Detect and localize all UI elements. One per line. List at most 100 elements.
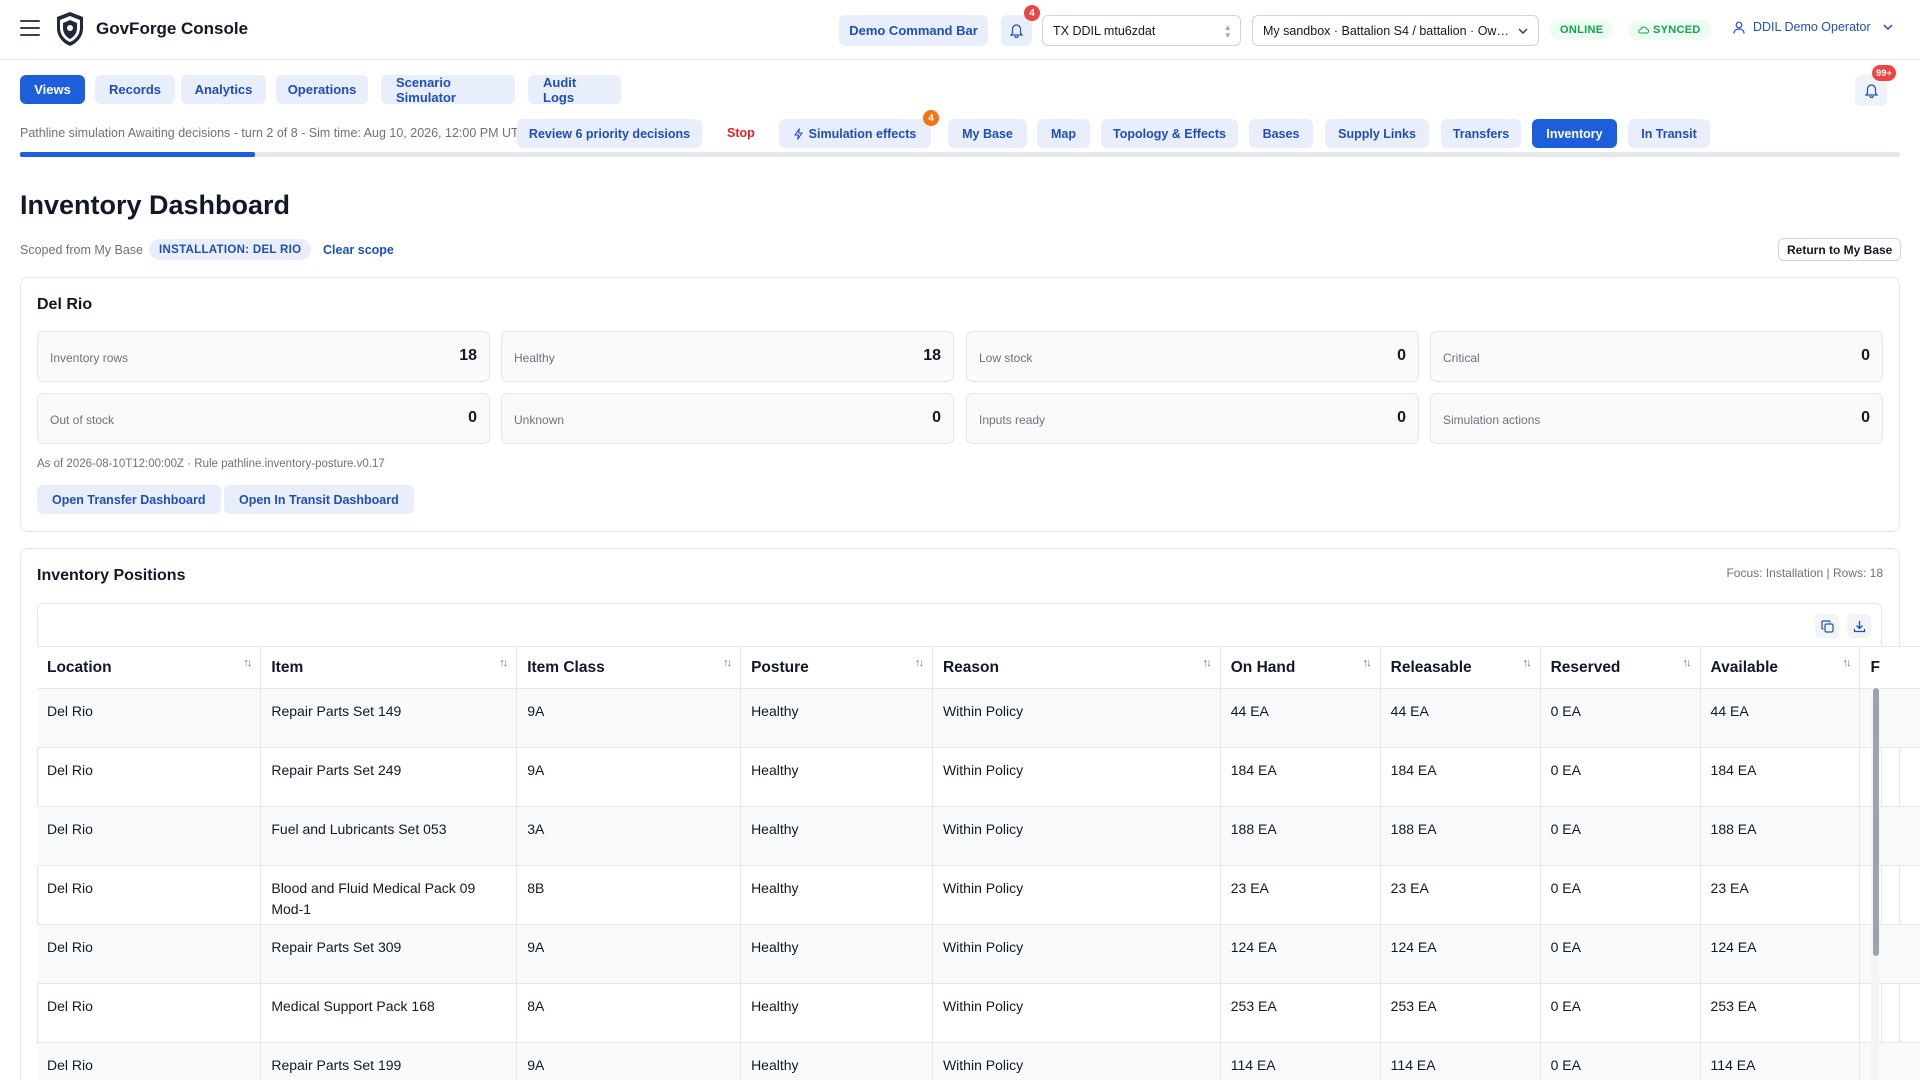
review-decisions-button[interactable]: Review 6 priority decisions	[517, 119, 702, 148]
column-header-label: Item	[271, 658, 304, 676]
simulation-effects-button[interactable]: Simulation effects 4	[779, 110, 939, 148]
menu-icon[interactable]	[20, 20, 40, 36]
subtab-transfers[interactable]: Transfers	[1441, 119, 1521, 148]
simulation-progress-bar	[20, 152, 1900, 157]
column-header-label: Posture	[751, 658, 809, 676]
column-header-releasable[interactable]: Releasable ↑↓	[1380, 646, 1541, 689]
table-cell: Within Policy	[932, 924, 1221, 984]
clear-scope-link[interactable]: Clear scope	[323, 243, 394, 257]
sort-icon[interactable]: ↑↓	[243, 657, 252, 669]
notifications-button[interactable]: 99+	[1855, 65, 1897, 106]
column-header-reason[interactable]: Reason ↑↓	[932, 646, 1221, 689]
column-header-available[interactable]: Available ↑↓	[1700, 646, 1861, 689]
column-header-label: Releasable	[1390, 658, 1472, 676]
column-header-item[interactable]: Item ↑↓	[260, 646, 518, 689]
user-menu[interactable]: DDIL Demo Operator	[1733, 20, 1893, 34]
table-cell: 9A	[516, 747, 742, 807]
table-cell: Blood and Fluid Medical Pack 09 Mod-1	[260, 865, 518, 925]
table-cell: 0 EA	[1540, 983, 1701, 1043]
table-row[interactable]: Del Rio Repair Parts Set 249 9A Healthy With…	[37, 747, 1920, 807]
open-in-transit-dashboard-button[interactable]: Open In Transit Dashboard	[224, 485, 414, 514]
column-header-posture[interactable]: Posture ↑↓	[740, 646, 933, 689]
column-header-item-class[interactable]: Item Class ↑↓	[516, 646, 742, 689]
table-cell: Del Rio	[37, 983, 262, 1043]
table-cell: Repair Parts Set 199	[260, 1042, 518, 1080]
alerts-count-badge: 4	[1024, 5, 1040, 21]
table-cell: Healthy	[740, 806, 933, 866]
subtab-supply-links[interactable]: Supply Links	[1325, 119, 1429, 148]
table-row[interactable]: Del Rio Medical Support Pack 168 8A Healthy…	[37, 983, 1920, 1043]
sandbox-select[interactable]: My sandbox · Battalion S4 / battalion · …	[1252, 15, 1539, 46]
tab-views[interactable]: Views	[20, 75, 85, 104]
stat-label: Inventory rows	[50, 351, 129, 365]
stat-label: Healthy	[514, 351, 555, 365]
sort-icon[interactable]: ↑↓	[723, 657, 732, 669]
subtab-map[interactable]: Map	[1037, 119, 1090, 148]
table-row[interactable]: Del Rio Repair Parts Set 149 9A Healthy With…	[37, 688, 1920, 748]
table-cell: 0 EA	[1540, 806, 1701, 866]
subtab-in-transit[interactable]: In Transit	[1628, 119, 1710, 148]
scope-badge: INSTALLATION: DEL RIO	[149, 239, 312, 260]
copy-button[interactable]	[1815, 614, 1839, 638]
table-row[interactable]: Del Rio Fuel and Lubricants Set 053 3A Heal…	[37, 806, 1920, 866]
table-cell: Within Policy	[932, 688, 1221, 748]
table-row[interactable]: Del Rio Repair Parts Set 309 9A Healthy With…	[37, 924, 1920, 984]
tab-analytics[interactable]: Analytics	[181, 75, 266, 104]
table-cell: Del Rio	[37, 747, 262, 807]
synced-status-badge: SYNCED	[1628, 20, 1711, 40]
simulation-status-text: Pathline simulation Awaiting decisions -…	[20, 126, 528, 140]
table-cell: Del Rio	[37, 688, 262, 748]
column-header-location[interactable]: Location ↑↓	[37, 646, 262, 689]
table-cell: 0	[1859, 924, 1920, 984]
subtab-inventory[interactable]: Inventory	[1532, 119, 1617, 148]
column-header-label: Reason	[942, 658, 999, 676]
column-header-label: Location	[47, 658, 112, 676]
sort-icon[interactable]: ↑↓	[1683, 657, 1692, 669]
sort-icon[interactable]: ↑↓	[1842, 657, 1851, 669]
table-cell: Healthy	[740, 924, 933, 984]
sort-icon[interactable]: ↑↓	[1203, 657, 1212, 669]
page-title: Inventory Dashboard	[20, 190, 291, 220]
tab-records[interactable]: Records	[95, 75, 175, 104]
table-cell: 184 EA	[1700, 747, 1861, 807]
top-bar: GovForge Console Demo Command Bar 4 TX D…	[0, 0, 1920, 60]
table-cell: 23 EA	[1700, 865, 1861, 925]
tab-audit-logs[interactable]: Audit Logs	[528, 75, 621, 105]
table-scrollbar-thumb[interactable]	[1873, 688, 1879, 956]
table-cell: Within Policy	[932, 865, 1221, 925]
open-transfer-dashboard-button[interactable]: Open Transfer Dashboard	[37, 485, 221, 514]
tab-scenario-simulator[interactable]: Scenario Simulator	[381, 75, 515, 105]
tab-operations[interactable]: Operations	[276, 75, 368, 104]
alerts-button[interactable]: 4	[1001, 5, 1040, 46]
download-icon	[1853, 620, 1865, 632]
summary-title: Del Rio	[37, 296, 93, 313]
table-cell: 0	[1859, 865, 1920, 925]
sort-icon[interactable]: ↑↓	[499, 657, 508, 669]
stat-label: Low stock	[979, 351, 1033, 365]
stat-label: Inputs ready	[979, 413, 1046, 427]
stat-label: Critical	[1443, 351, 1480, 365]
sort-icon[interactable]: ↑↓	[915, 657, 924, 669]
sort-icon[interactable]: ↑↓	[1523, 657, 1532, 669]
column-header-reserved[interactable]: Reserved ↑↓	[1540, 646, 1701, 689]
table-cell: Within Policy	[932, 806, 1221, 866]
column-header-truncated[interactable]: F	[1859, 646, 1920, 689]
table-row[interactable]: Del Rio Blood and Fluid Medical Pack 09 M…	[37, 865, 1920, 925]
table-cell: Healthy	[740, 865, 933, 925]
sort-icon[interactable]: ↑↓	[1363, 657, 1372, 669]
table-cell: 0	[1859, 806, 1920, 866]
table-cell: 114 EA	[1380, 1042, 1541, 1080]
table-row[interactable]: Del Rio Repair Parts Set 199 9A Healthy With…	[37, 1042, 1920, 1080]
ddil-select[interactable]: TX DDIL mtu6zdat ▴ ▾	[1042, 15, 1241, 46]
column-header-on-hand[interactable]: On Hand ↑↓	[1220, 646, 1381, 689]
stop-simulation-link[interactable]: Stop	[727, 126, 755, 140]
subtab-topology-effects[interactable]: Topology & Effects	[1101, 119, 1238, 148]
command-bar-button[interactable]: Demo Command Bar	[839, 15, 988, 46]
return-to-my-base-button[interactable]: Return to My Base	[1778, 238, 1902, 261]
table-cell: 124 EA	[1220, 924, 1381, 984]
subtab-my-base[interactable]: My Base	[948, 119, 1027, 148]
chevron-down-icon	[1883, 24, 1893, 30]
subtab-bases[interactable]: Bases	[1249, 119, 1313, 148]
download-button[interactable]	[1847, 614, 1871, 638]
table-cell: Del Rio	[37, 865, 262, 925]
